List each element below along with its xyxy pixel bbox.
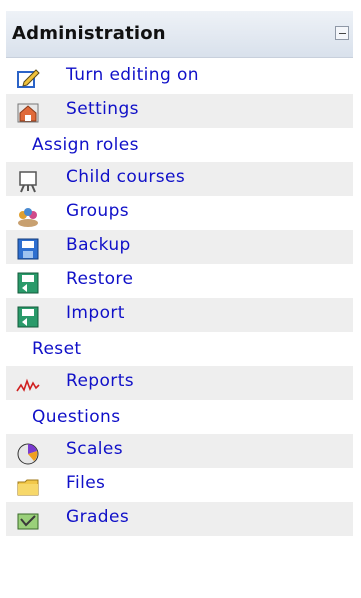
grades-icon [17,513,39,530]
menu-item-label[interactable]: Grades [66,507,129,527]
edit-pencil-icon [17,69,40,88]
menu-item-label[interactable]: Files [66,473,105,493]
block-title: Administration [12,23,166,44]
scales-pie-icon [17,443,39,465]
folder-icon [17,479,39,496]
menu-item-scales[interactable]: Scales [6,434,353,468]
menu-item-groups[interactable]: Groups [6,196,353,230]
menu-item-reset[interactable]: Reset [6,332,353,366]
menu-item-label[interactable]: Restore [66,269,133,289]
admin-menu-list: Turn editing on Settings Assign roles Ch… [6,60,353,598]
menu-item-label[interactable]: Reset [32,339,82,359]
menu-item-child-courses[interactable]: Child courses [6,162,353,196]
menu-item-questions[interactable]: Questions [6,400,353,434]
block-header: Administration [6,11,353,58]
menu-item-label[interactable]: Scales [66,439,123,459]
menu-item-label[interactable]: Reports [66,371,134,391]
menu-item-label[interactable]: Import [66,303,125,323]
restore-disk-icon [17,272,39,294]
menu-item-label[interactable]: Questions [32,407,121,427]
minus-icon[interactable] [335,26,349,40]
reports-graph-icon [16,378,40,392]
menu-item-turn-editing-on[interactable]: Turn editing on [6,60,353,94]
administration-block: Administration Turn editing on Settings … [0,0,361,598]
menu-item-import[interactable]: Import [6,298,353,332]
menu-item-files[interactable]: Files [6,468,353,502]
menu-item-label[interactable]: Groups [66,201,129,221]
menu-item-grades[interactable]: Grades [6,502,353,536]
menu-item-label[interactable]: Turn editing on [66,65,199,85]
menu-item-label[interactable]: Settings [66,99,139,119]
settings-house-icon [17,103,39,123]
menu-item-reports[interactable]: Reports [6,366,353,400]
menu-item-settings[interactable]: Settings [6,94,353,128]
menu-item-assign-roles[interactable]: Assign roles [6,128,353,162]
menu-item-backup[interactable]: Backup [6,230,353,264]
menu-item-label[interactable]: Child courses [66,167,185,187]
menu-item-label[interactable]: Assign roles [32,135,139,155]
groups-icon [18,208,38,227]
import-disk-icon [17,306,39,328]
easel-icon [19,171,37,193]
backup-disk-icon [17,238,39,260]
menu-item-label[interactable]: Backup [66,235,131,255]
menu-item-restore[interactable]: Restore [6,264,353,298]
